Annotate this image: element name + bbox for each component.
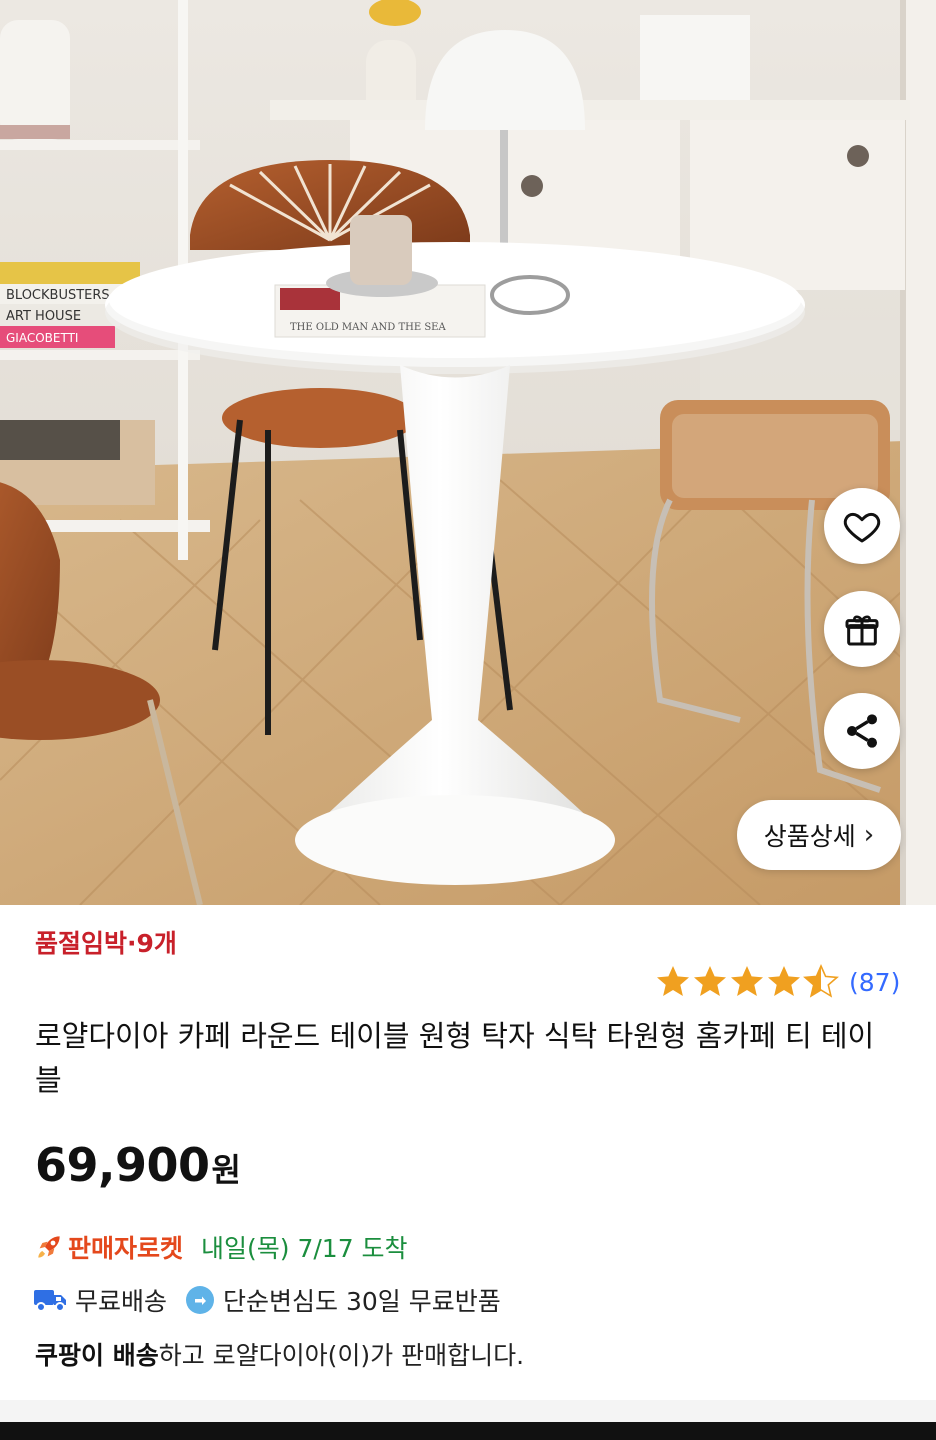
product-detail-label: 상품상세	[763, 822, 856, 851]
share-icon	[847, 714, 877, 748]
book-spine-1: BLOCKBUSTERS	[6, 288, 110, 303]
gift-button[interactable]	[824, 591, 900, 667]
heart-icon	[843, 512, 881, 543]
price-amount: 69,900	[35, 1138, 210, 1192]
gift-icon	[845, 615, 879, 646]
star-icon	[731, 966, 763, 996]
review-count[interactable]: (87)	[849, 968, 900, 997]
seller-rocket-badge: 판매자로켓	[33, 1229, 183, 1265]
rocket-icon	[38, 1236, 60, 1258]
truck-icon	[34, 1290, 66, 1312]
stock-alert: 품절임박·9개	[35, 929, 177, 958]
star-icon	[657, 966, 689, 996]
product-title: 로얄다이아 카페 라운드 테이블 원형 탁자 식탁 타원형 홈카페 티 테이블	[35, 1019, 875, 1097]
rating[interactable]: (87)	[655, 962, 900, 1002]
product-photo: BLOCKBUSTERS ART HOUSE GIACOBETTI THE OL…	[0, 0, 936, 905]
book-spine-2: ART HOUSE	[6, 309, 81, 324]
book-spine-3: GIACOBETTI	[6, 331, 78, 345]
seller-info: 쿠팡이 배송하고 로얄다이아(이)가 판매합니다.	[35, 1336, 524, 1372]
half-star-icon	[804, 965, 838, 997]
free-return: 단순변심도 30일 무료반품	[185, 1282, 501, 1318]
seller-info-bold: 쿠팡이 배송	[35, 1341, 159, 1370]
rating-stars	[655, 964, 839, 1000]
star-icon	[694, 966, 726, 996]
chevron-right-icon: ›	[863, 820, 875, 850]
seller-info-rest: 하고 로얄다이아(이)가 판매합니다.	[158, 1341, 525, 1370]
product-image[interactable]: BLOCKBUSTERS ART HOUSE GIACOBETTI THE OL…	[0, 0, 936, 905]
section-divider	[0, 1400, 936, 1422]
delivery-row: 판매자로켓 내일(목) 7/17 도착	[33, 1226, 408, 1268]
star-icons	[657, 965, 838, 997]
free-shipping: 무료배송	[33, 1282, 167, 1318]
return-icon	[186, 1286, 215, 1314]
share-button[interactable]	[824, 693, 900, 769]
arrival-date: 내일(목) 7/17 도착	[201, 1234, 408, 1263]
like-button[interactable]	[824, 488, 900, 564]
price-unit: 원	[211, 1151, 241, 1189]
bottom-bar	[0, 1422, 936, 1440]
free-return-label: 단순변심도 30일 무료반품	[223, 1287, 501, 1316]
product-detail-button[interactable]: 상품상세 ›	[737, 800, 901, 870]
book-cover-title: THE OLD MAN AND THE SEA	[290, 322, 446, 333]
free-shipping-label: 무료배송	[75, 1287, 168, 1316]
star-icon	[768, 966, 800, 996]
shipping-benefits: 무료배송 단순변심도 30일 무료반품	[33, 1280, 501, 1320]
seller-rocket-label: 판매자로켓	[68, 1234, 184, 1263]
price: 69,900 원	[35, 1138, 241, 1192]
